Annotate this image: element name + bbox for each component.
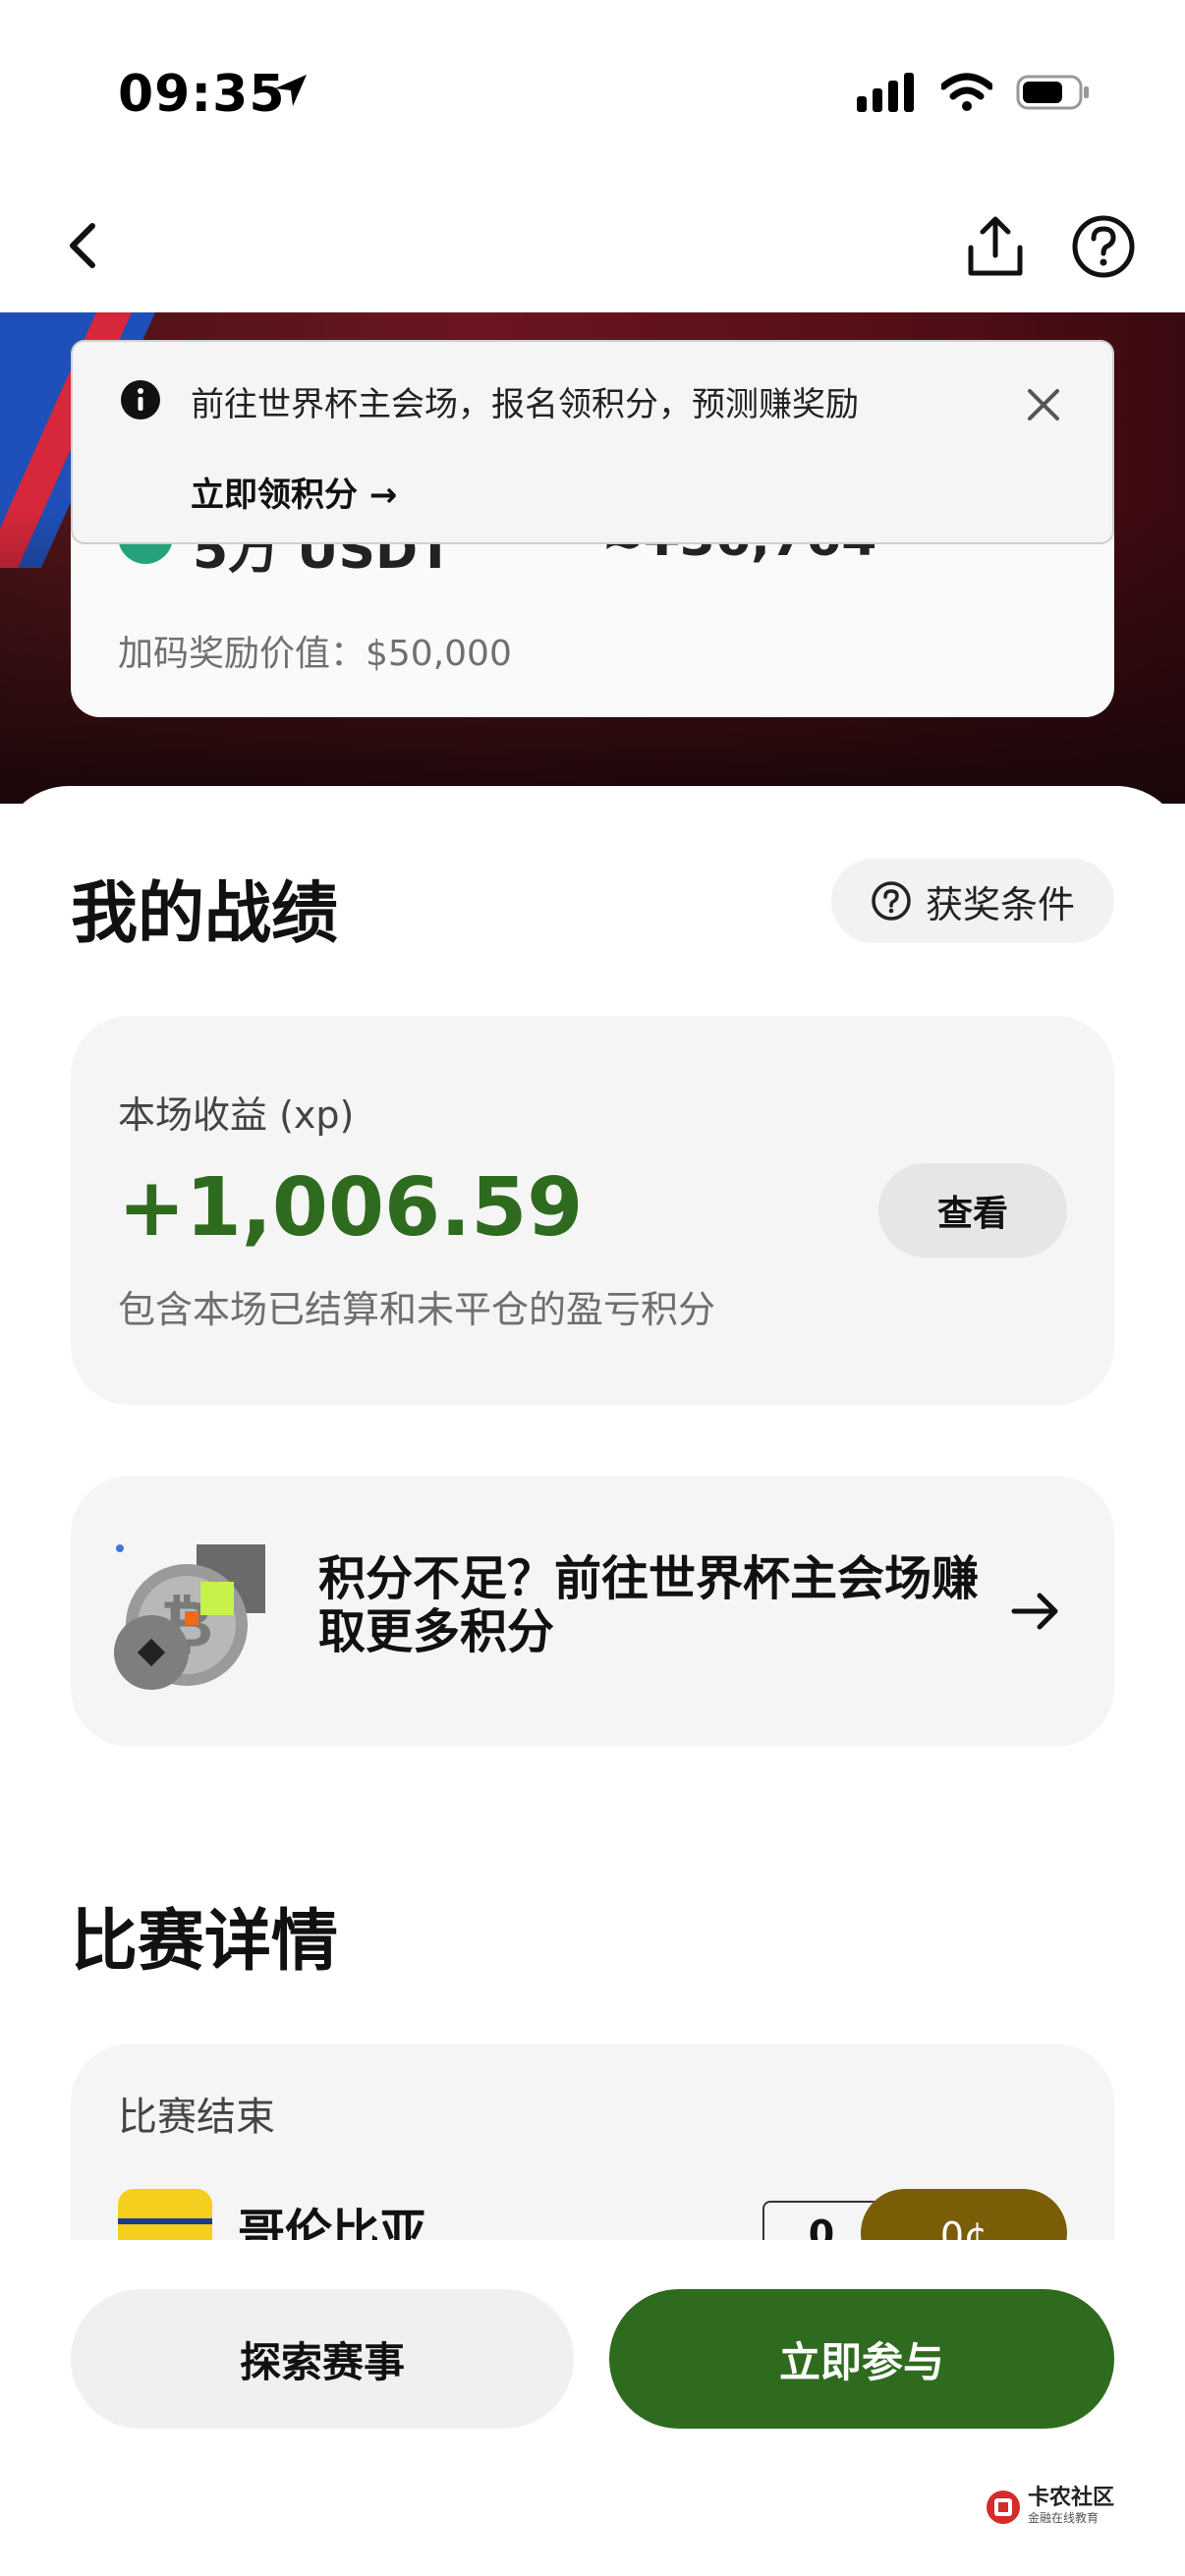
- info-icon: [121, 380, 160, 420]
- watermark-logo-icon: [987, 2490, 1020, 2524]
- award-criteria-label: 获奖条件: [925, 882, 1075, 926]
- back-icon[interactable]: [61, 218, 104, 273]
- earnings-note: 包含本场已结算和未平仓的盈亏积分: [118, 1288, 716, 1331]
- explore-events-button[interactable]: 探索赛事: [71, 2289, 574, 2429]
- match-status: 比赛结束: [118, 2095, 275, 2140]
- match-card: 比赛结束 哥伦比亚 0 0¢: [71, 2044, 1114, 2240]
- status-icons: [857, 73, 1091, 112]
- match-details-title: 比赛详情: [71, 1903, 339, 1981]
- promo-card[interactable]: ₿ 积分不足？前往世界杯主会场赚取更多积分: [71, 1476, 1114, 1747]
- notice-banner: 前往世界杯主会场，报名领积分，预测赚奖励 立即领积分 →: [71, 340, 1114, 544]
- question-circle-icon: [872, 881, 911, 921]
- notice-text: 前往世界杯主会场，报名领积分，预测赚奖励: [191, 385, 859, 424]
- performance-title: 我的战绩: [71, 875, 339, 953]
- team-name: 哥伦比亚: [238, 2205, 427, 2240]
- join-now-button[interactable]: 立即参与: [609, 2289, 1114, 2429]
- location-arrow-icon: [275, 75, 307, 106]
- wifi-icon: [941, 73, 992, 111]
- award-criteria-button[interactable]: 获奖条件: [831, 859, 1114, 943]
- bottom-action-bar: 探索赛事 立即参与 卡农社区 金融在线教育: [0, 2240, 1185, 2576]
- view-button[interactable]: 查看: [878, 1163, 1067, 1258]
- watermark-title: 卡农社区: [1028, 2486, 1115, 2510]
- coin-illustration-icon: ₿: [114, 1544, 265, 1690]
- arrow-right-icon: [1011, 1593, 1058, 1630]
- status-time: 09:35: [118, 65, 286, 124]
- signal-icon: [857, 73, 914, 112]
- prize-bonus: 加码奖励价值：$50,000: [118, 634, 512, 674]
- colombia-flag-icon: [118, 2189, 212, 2240]
- claim-points-link[interactable]: 立即领积分 →: [191, 468, 397, 516]
- close-icon[interactable]: [1024, 385, 1063, 424]
- earnings-label: 本场收益 (xp): [118, 1093, 355, 1137]
- watermark-subtitle: 金融在线教育: [1028, 2511, 1100, 2525]
- promo-text: 积分不足？前往世界杯主会场赚取更多积分: [318, 1551, 980, 1659]
- share-icon[interactable]: [961, 212, 1030, 281]
- status-bar: 09:35: [0, 0, 1185, 187]
- battery-icon: [1016, 75, 1089, 110]
- earnings-card: 本场收益 (xp) +1,006.59 包含本场已结算和未平仓的盈亏积分 查看: [71, 1016, 1114, 1405]
- help-icon[interactable]: [1071, 214, 1136, 279]
- team-price-button[interactable]: 0¢: [861, 2189, 1067, 2240]
- watermark: 卡农社区 金融在线教育: [985, 2488, 1114, 2526]
- earnings-value: +1,006.59: [118, 1161, 584, 1255]
